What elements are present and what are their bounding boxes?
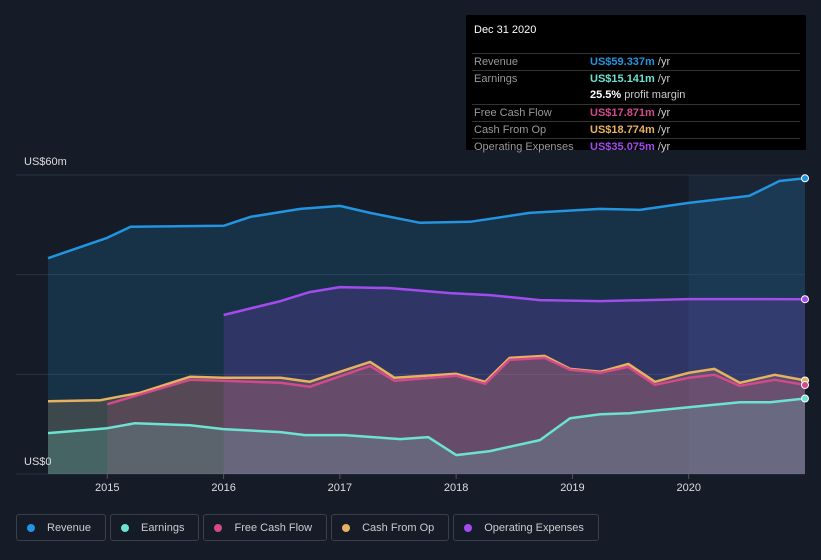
endpoint-operating-expenses	[801, 295, 809, 304]
tooltip-value: US$35.075m	[590, 141, 655, 153]
tooltip-value: US$17.871m	[590, 107, 655, 119]
legend-label: Earnings	[141, 521, 185, 534]
legend-item-operating-expenses[interactable]: Operating Expenses	[453, 514, 599, 541]
x-tick-label: 2015	[95, 482, 119, 494]
tooltip-label: Cash From Op	[474, 124, 547, 136]
tooltip-unit: /yr	[657, 141, 671, 153]
tooltip-unit: /yr	[657, 107, 671, 119]
legend-label: Free Cash Flow	[234, 521, 313, 534]
tooltip-value: US$59.337m	[590, 56, 655, 68]
legend-label: Cash From Op	[362, 521, 435, 534]
x-tick-label: 2016	[211, 482, 235, 494]
legend-dot-icon	[121, 523, 130, 532]
tooltip-unit: profit margin	[624, 89, 686, 101]
legend-dot-icon	[464, 523, 473, 532]
endpoint-revenue	[801, 174, 809, 183]
tooltip-label: Operating Expenses	[474, 141, 574, 153]
endpoint-earnings	[801, 394, 809, 403]
y-axis-bottom-label: US$0	[24, 456, 52, 468]
legend-item-revenue[interactable]: Revenue	[16, 514, 107, 541]
x-tick-label: 2020	[676, 482, 700, 494]
tooltip-row: Earnings US$15.141m /yr	[472, 70, 800, 88]
tooltip-row: Free Cash Flow US$17.871m /yr	[472, 104, 800, 122]
legend-dot-icon	[214, 523, 223, 532]
tooltip-value: 25.5%	[590, 89, 622, 101]
tooltip-unit: /yr	[657, 73, 671, 85]
tooltip-label: Free Cash Flow	[474, 107, 552, 119]
tooltip-value: US$15.141m	[590, 73, 655, 85]
tooltip-label: Revenue	[474, 56, 519, 68]
tooltip-label: Earnings	[474, 73, 518, 85]
x-tick-label: 2017	[328, 482, 352, 494]
x-tick-label: 2019	[560, 482, 584, 494]
y-axis-top-label: US$60m	[24, 156, 67, 168]
legend-item-earnings[interactable]: Earnings	[110, 514, 200, 541]
tooltip-row: 25.5% profit margin	[472, 87, 800, 104]
tooltip-row: Cash From Op US$18.774m /yr	[472, 121, 800, 139]
tooltip-row: Operating Expenses US$35.075m /yr	[472, 138, 800, 156]
x-tick-label: 2018	[444, 482, 468, 494]
tooltip-value: US$18.774m	[590, 124, 655, 136]
legend-item-cash-from-op[interactable]: Cash From Op	[331, 514, 450, 541]
endpoint-free-cash-flow	[801, 380, 809, 389]
tooltip-row: Revenue US$59.337m /yr	[472, 53, 800, 71]
legend: Revenue Earnings Free Cash Flow Cash From O…	[16, 514, 599, 541]
tooltip-unit: /yr	[657, 56, 671, 68]
tooltip: Dec 31 2020 Revenue US$59.337m /yr Earning…	[466, 15, 806, 153]
legend-dot-icon	[342, 523, 351, 532]
legend-label: Revenue	[47, 521, 92, 534]
legend-label: Operating Expenses	[484, 521, 584, 534]
legend-item-free-cash-flow[interactable]: Free Cash Flow	[203, 514, 328, 541]
tooltip-unit: /yr	[657, 124, 671, 136]
tooltip-date: Dec 31 2020	[474, 24, 537, 36]
legend-dot-icon	[27, 523, 35, 532]
